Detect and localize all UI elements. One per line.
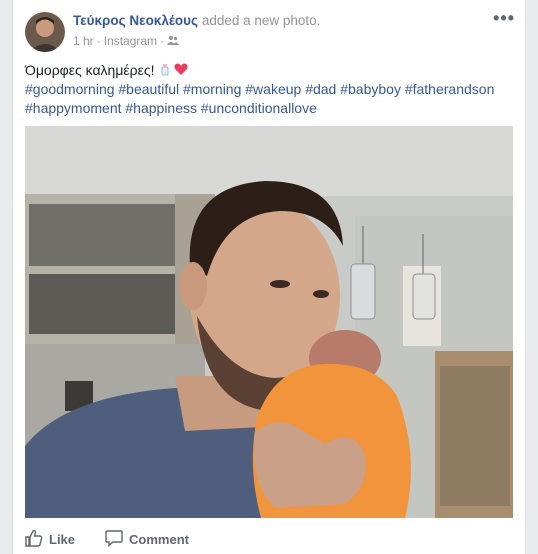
caption: Όμορφες καλημέρες! — [25, 62, 155, 78]
caption-line: Όμορφες καλημέρες! — [25, 61, 515, 80]
post-actions: Like Comment — [13, 524, 525, 554]
post-meta: 1 hr · Instagram · — [73, 34, 180, 48]
meta-separator: · — [160, 34, 165, 48]
more-options-button[interactable]: ••• — [493, 8, 515, 29]
meta-separator: · — [96, 34, 101, 48]
baby-bottle-icon — [158, 62, 174, 78]
like-label: Like — [49, 531, 76, 547]
post-text: Όμορφες καλημέρες! #goodmorning #beautif… — [25, 61, 515, 118]
author-name-link[interactable]: Τεύκρος Νεοκλέους — [73, 13, 198, 28]
timestamp-link[interactable]: 1 hr — [73, 34, 94, 48]
post-header: Τεύκρος Νεοκλέους added a new photo. — [73, 13, 320, 28]
post-photo[interactable] — [25, 126, 513, 518]
friends-icon[interactable] — [167, 34, 180, 48]
hashtags-line-1[interactable]: #goodmorning #beautiful #morning #wakeup… — [25, 80, 515, 99]
comment-label: Comment — [129, 531, 189, 547]
action-text: added a new photo. — [201, 13, 321, 28]
thumbs-up-icon — [25, 529, 43, 550]
hashtags-line-2[interactable]: #happymoment #happiness #unconditionallo… — [25, 99, 515, 118]
author-avatar[interactable] — [25, 12, 65, 52]
source-link[interactable]: Instagram — [104, 34, 157, 48]
comment-button[interactable]: Comment — [105, 529, 189, 550]
feed-post: Τεύκρος Νεοκλέους added a new photo. 1 h… — [12, 0, 526, 554]
like-button[interactable]: Like — [25, 529, 75, 550]
heart-icon — [174, 62, 188, 78]
comment-icon — [105, 529, 123, 550]
